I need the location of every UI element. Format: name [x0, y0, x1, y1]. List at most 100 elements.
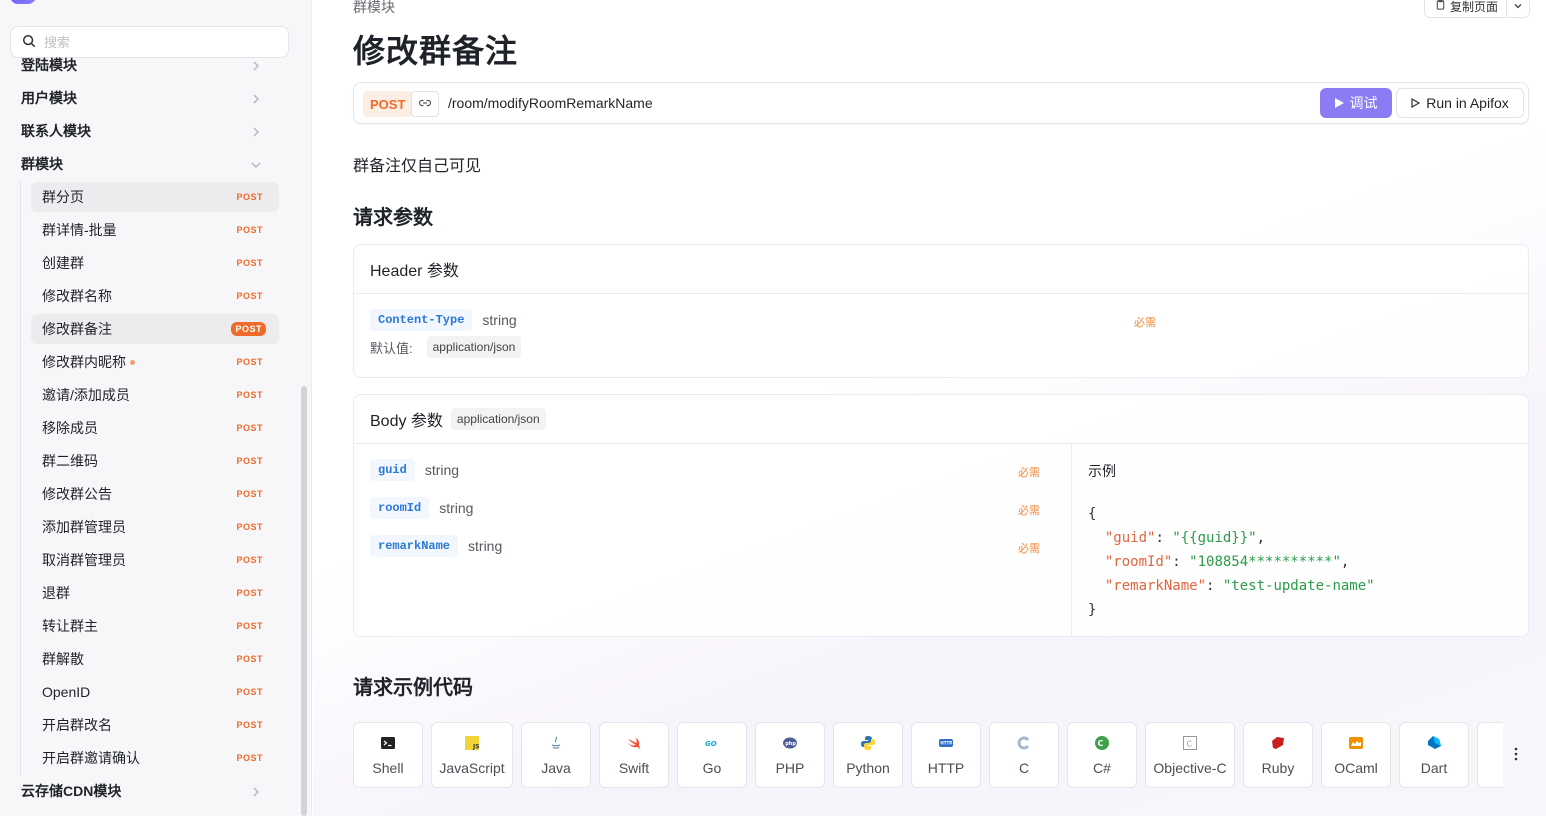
svg-text:JS: JS — [472, 744, 480, 751]
sidebar-item[interactable]: 修改群名称 POST — [31, 281, 279, 311]
sidebar-item[interactable]: 退群 POST — [31, 578, 279, 608]
sidebar-item[interactable]: 邀请/添加成员 POST — [31, 380, 279, 410]
search-icon — [22, 34, 36, 51]
param-name: roomId — [370, 497, 430, 519]
lang-label: Go — [702, 760, 722, 776]
lang-tab-objective-c[interactable]: C Objective-C — [1145, 722, 1235, 788]
lang-tab-http[interactable]: HTTP HTTP — [911, 722, 981, 788]
svg-text:C: C — [1098, 739, 1104, 748]
method-tag: POST — [236, 555, 263, 565]
ocaml-icon — [1347, 734, 1365, 752]
required-label: 必需 — [1018, 467, 1040, 479]
sidebar-item[interactable]: 修改群内昵称 POST — [31, 347, 279, 377]
default-label: 默认值: — [370, 340, 413, 356]
content-type-chip: application/json — [450, 408, 546, 430]
sidebar-item[interactable]: 群详情-批量 POST — [31, 215, 279, 245]
copy-page-dropdown[interactable] — [1507, 0, 1529, 17]
sidebar-scrollbar[interactable] — [301, 386, 307, 816]
modified-dot — [130, 360, 135, 365]
svg-text:HTTP: HTTP — [940, 741, 952, 746]
lang-label: PHP — [775, 760, 805, 776]
lang-tab-go[interactable]: GO Go — [677, 722, 747, 788]
sidebar-item-label: 群分页 — [42, 189, 84, 205]
lang-tab-javascript[interactable]: JS JavaScript — [431, 722, 513, 788]
sidebar-item-label: 创建群 — [42, 255, 84, 271]
http-icon: HTTP — [937, 734, 955, 752]
body-params-card: Body 参数 application/json guid string 必需 … — [353, 394, 1529, 637]
lang-tab-ruby[interactable]: Ruby — [1243, 722, 1313, 788]
sidebar-group-login[interactable]: 登陆模块 — [10, 50, 280, 80]
sidebar-item[interactable]: 创建群 POST — [31, 248, 279, 278]
param-row: remarkName string — [370, 535, 502, 557]
param-row: guid string — [370, 459, 459, 481]
sidebar-item-label: 修改群名称 — [42, 288, 112, 304]
json-value: "{{guid}}" — [1172, 530, 1257, 546]
play-icon — [1334, 95, 1350, 111]
card-header: Body 参数 application/json — [354, 395, 1528, 444]
more-languages-button[interactable] — [1509, 745, 1523, 765]
json-value: "test-update-name" — [1222, 578, 1375, 594]
sidebar-item-active[interactable]: 修改群备注 POST — [31, 314, 279, 344]
sidebar-item[interactable]: 群二维码 POST — [31, 446, 279, 476]
method-tag: POST — [236, 621, 263, 631]
copy-link-button[interactable] — [411, 91, 439, 117]
objective-c-icon: C — [1181, 734, 1199, 752]
sidebar-item[interactable]: 添加群管理员 POST — [31, 512, 279, 542]
method-tag: POST — [236, 654, 263, 664]
sidebar-item[interactable]: 开启群邀请确认 POST — [31, 743, 279, 773]
lang-tab-c[interactable]: C — [989, 722, 1059, 788]
debug-button[interactable]: 调试 — [1320, 88, 1392, 118]
lang-tab-ocaml[interactable]: OCaml — [1321, 722, 1391, 788]
lang-label: C# — [1093, 760, 1111, 776]
endpoint-path: /room/modifyRoomRemarkName — [448, 95, 653, 111]
sidebar-item[interactable]: 群分页 POST — [31, 182, 279, 212]
breadcrumb[interactable]: 群模块 — [353, 0, 395, 17]
sidebar-item-label: 邀请/添加成员 — [42, 387, 130, 403]
example-code[interactable]: { "guid": "{{guid}}", "roomId": "108854*… — [1088, 502, 1375, 622]
sidebar-item-label: 转让群主 — [42, 618, 98, 634]
sidebar-item[interactable]: 转让群主 POST — [31, 611, 279, 641]
method-tag: POST — [231, 322, 266, 336]
method-tag: POST — [236, 423, 263, 433]
sidebar-group-user[interactable]: 用户模块 — [10, 83, 280, 113]
method-tag: POST — [236, 753, 263, 763]
sidebar-item[interactable]: 取消群管理员 POST — [31, 545, 279, 575]
lang-tab-dart[interactable]: Dart — [1399, 722, 1469, 788]
method-tag: POST — [236, 225, 263, 235]
sidebar-item[interactable]: 修改群公告 POST — [31, 479, 279, 509]
lang-tab-swift[interactable]: Swift — [599, 722, 669, 788]
lang-tab-python[interactable]: Python — [833, 722, 903, 788]
copy-page-button[interactable]: 复制页面 — [1425, 0, 1508, 17]
sidebar-item[interactable]: 开启群改名 POST — [31, 710, 279, 740]
dart-icon — [1425, 734, 1443, 752]
json-key: "remarkName" — [1104, 578, 1207, 594]
sidebar-item[interactable]: 移除成员 POST — [31, 413, 279, 443]
param-name: guid — [370, 459, 415, 481]
sidebar-item-label: 群解散 — [42, 651, 84, 667]
lang-tab-overflow[interactable] — [1477, 722, 1503, 788]
lang-tab-php[interactable]: php PHP — [755, 722, 825, 788]
sidebar-group-contacts[interactable]: 联系人模块 — [10, 116, 280, 146]
copy-page-label: 复制页面 — [1450, 0, 1499, 14]
card-header: Header 参数 — [354, 245, 1528, 294]
sidebar-item[interactable]: OpenID POST — [31, 677, 279, 707]
app-logo[interactable] — [10, 0, 36, 4]
sidebar-group-room[interactable]: 群模块 — [10, 149, 280, 179]
lang-tab-java[interactable]: Java — [521, 722, 591, 788]
method-tag: POST — [236, 522, 263, 532]
svg-text:C: C — [1187, 740, 1193, 749]
clipboard-icon — [1435, 0, 1450, 13]
sidebar-group-cdn[interactable]: 云存储CDN模块 — [10, 776, 280, 806]
lang-tab-shell[interactable]: Shell — [353, 722, 423, 788]
search-input[interactable] — [44, 34, 264, 50]
sidebar-item[interactable]: 群解散 POST — [31, 644, 279, 674]
svg-text:php: php — [785, 741, 796, 747]
example-title: 示例 — [1088, 463, 1116, 479]
terminal-icon — [379, 734, 397, 752]
run-in-apifox-button[interactable]: Run in Apifox — [1396, 88, 1524, 118]
lang-label: Swift — [618, 760, 650, 776]
required-label: 必需 — [1018, 505, 1040, 517]
lang-tab-csharp[interactable]: C C# — [1067, 722, 1137, 788]
method-tag: POST — [236, 390, 263, 400]
sidebar-item-label: 退群 — [42, 585, 70, 601]
